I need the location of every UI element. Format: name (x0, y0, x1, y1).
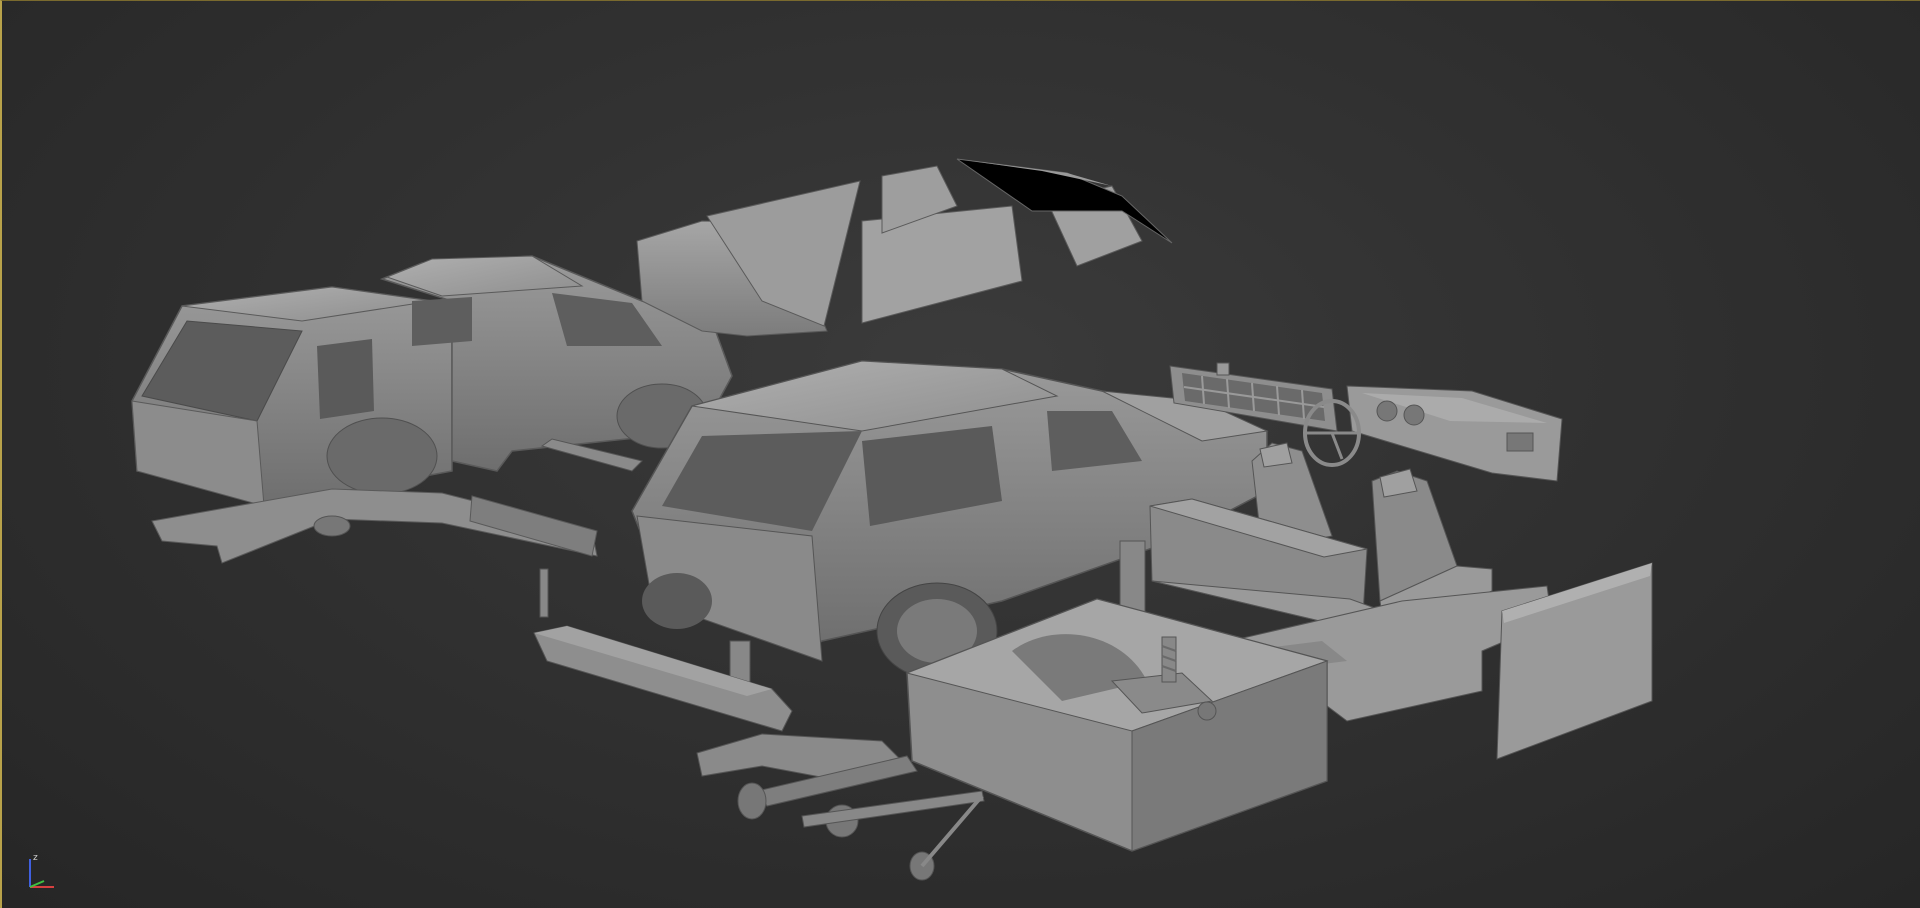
exploded-vehicle-model[interactable] (2, 1, 1920, 908)
axis-gizmo: z (29, 853, 54, 888)
z-axis-label: z (33, 853, 38, 863)
rear-body-shell[interactable] (131, 286, 453, 507)
door-and-window-panels[interactable] (636, 158, 1173, 337)
rear-bench-seat[interactable] (1119, 498, 1398, 632)
dashboard[interactable] (1346, 385, 1563, 482)
3d-viewport[interactable]: z (0, 0, 1920, 908)
